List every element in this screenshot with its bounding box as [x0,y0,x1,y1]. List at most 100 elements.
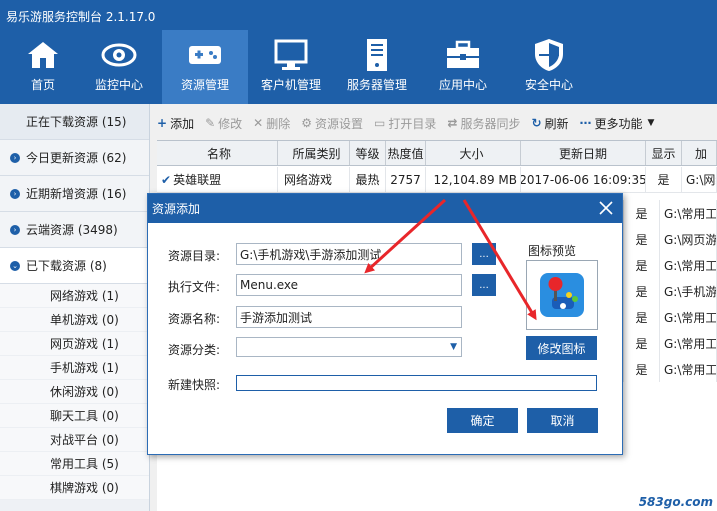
nav-home-label: 首页 [30,78,55,92]
sidebar-subitem[interactable]: 聊天工具 (0) [0,404,149,428]
snapshot-field[interactable] [236,375,597,391]
cell-show: 是 [624,226,660,252]
dots-icon: ⋯ [579,116,592,130]
refresh-button[interactable]: ↻ 刷新 [531,115,568,132]
nav-resources[interactable]: 资源管理 [162,30,248,104]
cell-show: 是 [624,304,660,330]
cell-path: G:\常用工 [660,356,717,382]
monitor-icon [272,38,310,72]
table-row[interactable]: 2 是 G:\常用工 [610,200,717,226]
table-row[interactable]: 6 是 G:\常用工 [610,330,717,356]
sidebar-subitem[interactable]: 手机游戏 (1) [0,356,149,380]
sidebar-item-label: 正在下载资源 (15) [26,115,127,129]
sync-label: 服务器同步 [460,116,521,131]
edit-button[interactable]: ✎ 修改 [205,115,242,132]
add-button[interactable]: + 添加 [157,115,194,132]
sidebar-item-today[interactable]: › 今日更新资源 (62) [0,140,149,176]
sidebar-item-downloaded[interactable]: ⌄ 已下载资源 (8) [0,248,149,284]
server-icon [358,38,396,72]
resource-toolbar: + 添加 ✎ 修改 ✕ 删除 ⚙ 资源设置 ▭ 打开目录 ⇄ 服务器同步 ↻ 刷新 ⋯ 更多功能… [157,110,717,136]
cell-show: 是 [624,252,660,278]
table-row[interactable]: 6 是 G:\常用工 [610,356,717,382]
category-select[interactable]: ▼ [236,337,462,357]
table-header: 名称 所属类别 等级 热度值 大小 更新日期 显示 加 [157,141,717,166]
table-row[interactable]: 8 是 G:\手机游 [610,278,717,304]
sidebar-item-cloud[interactable]: › 云端资源 (3498) [0,212,149,248]
cell-level: 最热 [350,167,386,192]
cell-path: G:\常用工 [660,200,717,226]
open-directory-button[interactable]: ▭ 打开目录 [374,115,436,132]
col-header-size[interactable]: 大小 [426,141,521,165]
dialog-title: 资源添加 [152,202,201,216]
nav-servers[interactable]: 服务器管理 [334,30,420,104]
sidebar-subitem[interactable]: 网络游戏 (1) [0,284,149,308]
nav-monitor-label: 监控中心 [94,78,143,92]
chevron-right-icon: › [10,188,20,199]
sidebar-subitem[interactable]: 网页游戏 (1) [0,332,149,356]
ok-button[interactable]: 确定 [447,408,518,433]
cell-date: 2017-06-06 16:09:35 [521,167,646,192]
exe-file-field[interactable]: Menu.exe [236,274,462,296]
nav-apps[interactable]: 应用中心 [420,30,506,104]
watermark: 583go.com [638,495,713,509]
close-icon[interactable] [596,198,616,218]
sidebar-subitem[interactable]: 常用工具 (5) [0,452,149,476]
nav-home[interactable]: 首页 [10,30,76,104]
top-header: 易乐游服务控制台 2.1.17.0 首页 监控中心 资源管理 客户机管理 服务器… [0,0,717,104]
table-row[interactable]: 7 是 G:\常用工 [610,252,717,278]
delete-button[interactable]: ✕ 删除 [253,115,290,132]
table-row[interactable]: 5 是 G:\常用工 [610,304,717,330]
add-label: 添加 [170,116,195,131]
cell-category: 网络游戏 [278,167,350,192]
cell-name: ✔ 英雄联盟 [157,167,278,192]
col-header-path[interactable]: 加 [682,141,717,165]
col-header-name[interactable]: 名称 [157,141,278,165]
change-icon-button[interactable]: 修改图标 [526,336,597,360]
sidebar-subitem[interactable]: 休闲游戏 (0) [0,380,149,404]
nav-apps-label: 应用中心 [438,78,487,92]
sidebar-subitem[interactable]: 对战平台 (0) [0,428,149,452]
browse-exe-button[interactable]: ... [472,274,496,296]
col-header-show[interactable]: 显示 [646,141,682,165]
col-header-category[interactable]: 所属类别 [278,141,350,165]
more-label: 更多功能 [594,116,643,131]
chevron-down-icon: ▼ [647,118,655,128]
plus-icon: + [157,116,168,130]
cell-name-text: 英雄联盟 [173,173,222,187]
cell-path: G:\网络游 [682,167,717,192]
app-title: 易乐游服务控制台 2.1.17.0 [6,10,156,24]
sidebar-item-label: 已下载资源 (8) [26,259,107,273]
cancel-button[interactable]: 取消 [527,408,598,433]
table-row[interactable]: ✔ 英雄联盟 网络游戏 最热 2757 12,104.89 MB 2017-06-… [157,167,717,193]
col-header-level[interactable]: 等级 [350,141,386,165]
home-icon [24,38,62,72]
sidebar-item-recent[interactable]: › 近期新增资源 (16) [0,176,149,212]
icon-preview-label: 图标预览 [528,244,577,258]
col-header-date[interactable]: 更新日期 [521,141,646,165]
resource-name-field[interactable]: 手游添加测试 [236,306,462,328]
nav-monitor[interactable]: 监控中心 [76,30,162,104]
cell-path: G:\常用工 [660,252,717,278]
nav-clients[interactable]: 客户机管理 [248,30,334,104]
cell-size: 12,104.89 MB [426,167,521,192]
col-header-heat[interactable]: 热度值 [386,141,426,165]
dialog-titlebar: 资源添加 [148,194,622,223]
resource-settings-button[interactable]: ⚙ 资源设置 [301,115,363,132]
folder-icon: ▭ [374,116,386,130]
more-functions-button[interactable]: ⋯ 更多功能 ▼ [580,115,655,132]
browse-dir-button[interactable]: ... [472,243,496,265]
server-sync-button[interactable]: ⇄ 服务器同步 [447,115,520,132]
sidebar-subitem[interactable]: 棋牌游戏 (0) [0,476,149,500]
sidebar-subitem[interactable]: 单机游戏 (0) [0,308,149,332]
wrench-icon: ⚙ [301,116,312,130]
nav-security[interactable]: 安全中心 [506,30,592,104]
refresh-label: 刷新 [544,116,569,131]
gamepad-icon [186,38,224,72]
briefcase-icon [444,38,482,72]
cell-path: G:\网页游 [660,226,717,252]
sidebar-item-downloading[interactable]: 正在下载资源 (15) [0,104,149,140]
joystick-icon [540,273,584,317]
resource-dir-field[interactable]: G:\手机游戏\手游添加测试 [236,243,462,265]
refresh-icon: ↻ [531,116,542,130]
table-row[interactable]: 5 是 G:\网页游 [610,226,717,252]
